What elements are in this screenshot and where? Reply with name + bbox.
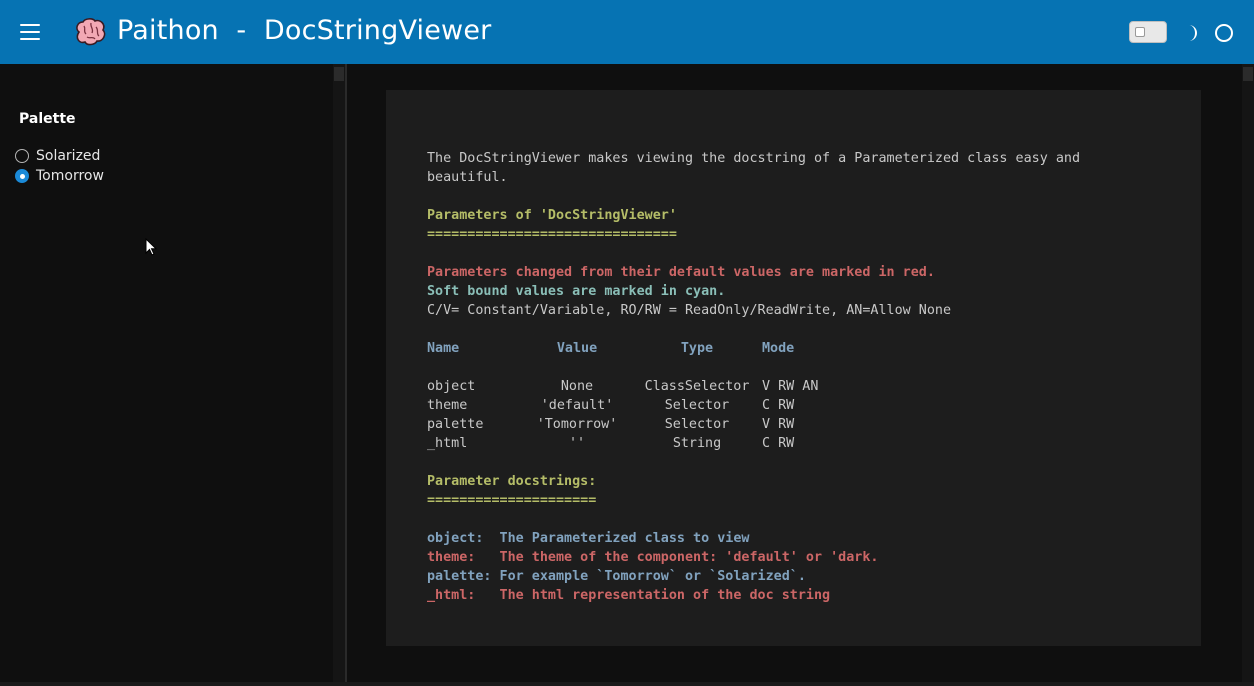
param-type: Selector bbox=[664, 398, 730, 413]
param-name: palette bbox=[427, 417, 484, 432]
toggle-switch[interactable] bbox=[1129, 21, 1167, 43]
main-scrollbar[interactable] bbox=[1242, 64, 1254, 686]
param-value: 'Tomorrow' bbox=[536, 417, 618, 432]
param-name: _html bbox=[427, 436, 468, 451]
docstring-line: object: The Parameterized class to view bbox=[427, 531, 750, 546]
parameters-heading: Parameters of 'DocStringViewer' bbox=[427, 208, 677, 223]
app-title: Paithon - DocStringViewer bbox=[117, 15, 492, 46]
table-row: palette 'Tomorrow' Selector V RW bbox=[427, 415, 1187, 434]
brain-icon bbox=[76, 18, 106, 46]
radio-label: Tomorrow bbox=[36, 168, 104, 184]
mouse-cursor-icon bbox=[145, 238, 158, 256]
param-mode: V RW AN bbox=[762, 379, 819, 394]
param-value: '' bbox=[568, 436, 586, 451]
radio-tomorrow[interactable]: Tomorrow bbox=[15, 167, 104, 185]
heading-underline: =============================== bbox=[427, 227, 677, 242]
param-mode: C RW bbox=[762, 436, 795, 451]
heading-underline: ===================== bbox=[427, 493, 597, 508]
param-type: ClassSelector bbox=[644, 379, 750, 394]
column-header: Type bbox=[680, 341, 714, 356]
intro-text: beautiful. bbox=[427, 170, 508, 185]
toggle-knob bbox=[1135, 27, 1145, 37]
docstring-panel: The DocStringViewer makes viewing the do… bbox=[386, 90, 1201, 646]
hamburger-icon[interactable] bbox=[20, 24, 40, 40]
column-header: Mode bbox=[762, 341, 795, 356]
table-row: theme 'default' Selector C RW bbox=[427, 396, 1187, 415]
table-row: object None ClassSelector V RW AN bbox=[427, 377, 1187, 396]
column-header: Name bbox=[427, 341, 460, 356]
palette-label: Palette bbox=[19, 111, 76, 127]
param-value: None bbox=[560, 379, 594, 394]
mode-legend: C/V= Constant/Variable, RO/RW = ReadOnly… bbox=[427, 303, 952, 318]
circle-icon bbox=[1215, 24, 1233, 42]
param-mode: C RW bbox=[762, 398, 795, 413]
soft-bound-note: Soft bound values are marked in cyan. bbox=[427, 284, 726, 299]
app-header: Paithon - DocStringViewer bbox=[0, 0, 1254, 64]
divider bbox=[345, 64, 347, 686]
sidebar-scrollbar[interactable] bbox=[333, 64, 345, 686]
docstrings-heading: Parameter docstrings: bbox=[427, 474, 597, 489]
changed-note: Parameters changed from their default va… bbox=[427, 265, 935, 280]
param-name: theme bbox=[427, 398, 468, 413]
param-type: String bbox=[672, 436, 722, 451]
docstring-line: palette: For example `Tomorrow` or `Sola… bbox=[427, 569, 806, 584]
radio-solarized[interactable]: Solarized bbox=[15, 147, 100, 165]
intro-text: The DocStringViewer makes viewing the do… bbox=[427, 151, 1081, 166]
table-row: _html '' String C RW bbox=[427, 434, 1187, 453]
table-header: Name Value Type Mode bbox=[427, 339, 1187, 358]
param-name: object bbox=[427, 379, 476, 394]
docstring-content: The DocStringViewer makes viewing the do… bbox=[427, 149, 1187, 605]
docstring-line: theme: The theme of the component: 'defa… bbox=[427, 550, 879, 565]
moon-icon[interactable] bbox=[1182, 24, 1200, 42]
radio-label: Solarized bbox=[36, 148, 101, 164]
param-value: 'default' bbox=[540, 398, 614, 413]
radio-button[interactable] bbox=[15, 169, 29, 183]
param-type: Selector bbox=[664, 417, 730, 432]
radio-button[interactable] bbox=[15, 149, 29, 163]
param-mode: V RW bbox=[762, 417, 795, 432]
column-header: Value bbox=[556, 341, 598, 356]
docstring-line: _html: The html representation of the do… bbox=[427, 588, 831, 603]
bottom-strip bbox=[0, 682, 1254, 686]
